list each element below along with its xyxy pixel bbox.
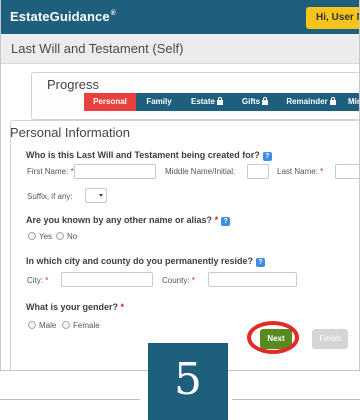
question-for-whom: Who is this Last Will and Testament bein… — [26, 150, 272, 161]
radio-circle — [28, 232, 36, 240]
brand-name: EstateGuidance — [10, 9, 110, 24]
city-input[interactable] — [61, 272, 153, 287]
tab-label: Estate — [190, 97, 215, 106]
progress-panel: Progress Personal Family Estate Gifts Re… — [31, 72, 359, 120]
section-title: Personal Information — [10, 125, 130, 140]
question-text: What is your gender? — [26, 302, 119, 312]
required-mark: * — [214, 215, 219, 225]
last-name-input[interactable] — [335, 164, 359, 179]
lock-icon — [329, 97, 336, 105]
tab-estate[interactable]: Estate — [182, 93, 232, 111]
gender-female-radio[interactable]: Female — [62, 321, 100, 330]
tab-label: Remainder — [286, 97, 328, 106]
lock-icon — [262, 97, 269, 105]
middle-name-input[interactable] — [247, 164, 269, 179]
county-label: County: * — [162, 276, 195, 285]
tab-minors[interactable]: Mino — [344, 93, 359, 111]
step-number-badge: 5 — [148, 342, 228, 420]
radio-label: Yes — [39, 232, 53, 241]
app-window: EstateGuidance® Hi, User Name Last Will … — [0, 0, 360, 371]
question-text: Are you known by any other name or alias… — [26, 215, 213, 225]
first-name-input[interactable] — [74, 164, 156, 179]
city-label: City: * — [27, 276, 48, 285]
middle-name-label: Middle Name/Initial: — [165, 167, 236, 176]
registered-mark: ® — [110, 10, 116, 17]
help-icon[interactable]: ? — [262, 152, 272, 161]
suffix-select[interactable] — [85, 188, 107, 203]
required-mark: * — [320, 167, 324, 176]
alias-no-radio[interactable]: No — [56, 232, 77, 241]
first-name-label: First Name: * — [27, 167, 74, 176]
tab-label: Personal — [93, 97, 127, 106]
chevron-down-icon — [99, 194, 103, 197]
radio-circle — [28, 321, 36, 329]
tab-remainder[interactable]: Remainder — [278, 93, 344, 111]
required-mark: * — [191, 276, 195, 285]
tab-personal[interactable]: Personal — [84, 93, 136, 111]
lock-icon — [217, 97, 223, 105]
question-reside: In which city and county do you permanen… — [26, 256, 266, 267]
last-name-label: Last Name: * — [277, 167, 323, 176]
question-gender: What is your gender? * — [26, 302, 124, 312]
county-input[interactable] — [208, 272, 297, 287]
radio-label: Male — [39, 321, 57, 330]
radio-circle — [62, 321, 70, 329]
divider-right — [232, 399, 360, 400]
alias-yes-radio[interactable]: Yes — [28, 232, 52, 241]
top-bar: EstateGuidance® Hi, User Name — [1, 0, 359, 34]
required-mark: * — [45, 276, 49, 285]
finish-button[interactable]: Finish — [312, 329, 348, 349]
radio-circle — [56, 232, 64, 240]
brand-logo[interactable]: EstateGuidance® — [10, 9, 116, 24]
required-mark: * — [120, 302, 125, 312]
label-text: County: — [162, 276, 190, 285]
tab-family[interactable]: Family — [136, 93, 182, 111]
user-greeting-button[interactable]: Hi, User Name — [306, 7, 359, 29]
tab-label: Gifts — [241, 97, 261, 106]
tab-gifts[interactable]: Gifts — [232, 93, 278, 111]
suffix-label: Suffix, if any: — [27, 192, 73, 201]
gender-male-radio[interactable]: Male — [28, 321, 56, 330]
radio-label: Female — [73, 321, 100, 330]
highlight-circle — [247, 321, 299, 354]
tab-label: Mino — [348, 97, 359, 106]
tab-label: Family — [146, 97, 172, 106]
question-alias: Are you known by any other name or alias… — [26, 215, 231, 226]
page-title: Last Will and Testament (Self) — [1, 34, 359, 64]
progress-tabs: Personal Family Estate Gifts Remainder M… — [84, 93, 359, 111]
label-text: Last Name: — [277, 167, 318, 176]
divider-left — [0, 399, 140, 400]
question-text: In which city and county do you permanen… — [26, 256, 254, 266]
question-text: Who is this Last Will and Testament bein… — [26, 150, 260, 160]
help-icon[interactable]: ? — [221, 217, 231, 226]
progress-title: Progress — [47, 77, 100, 92]
radio-label: No — [67, 232, 78, 241]
label-text: City: — [27, 276, 43, 285]
label-text: First Name: — [27, 167, 69, 176]
help-icon[interactable]: ? — [256, 258, 266, 267]
